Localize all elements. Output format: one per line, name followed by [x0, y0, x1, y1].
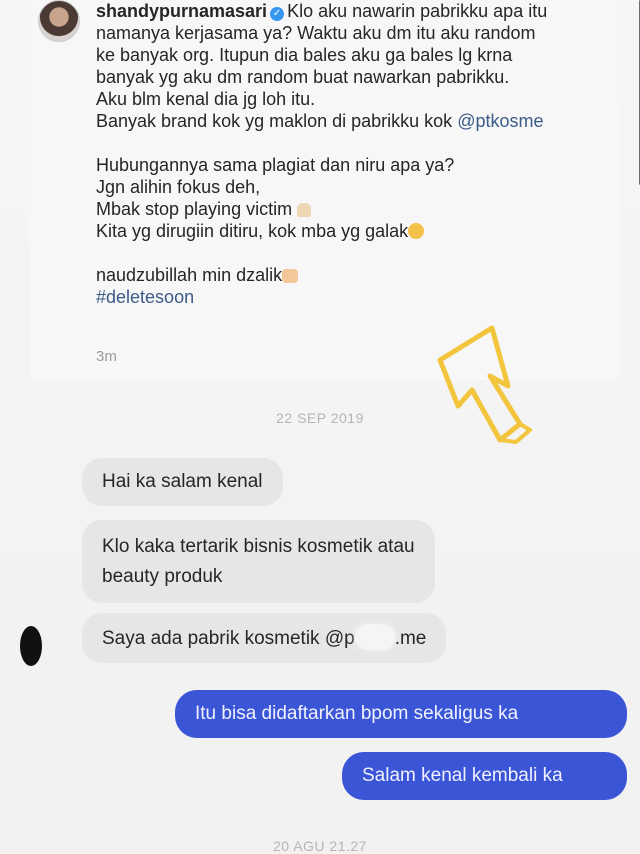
- comment-line: Banyak brand kok yg maklon di pabrikku k…: [96, 111, 458, 131]
- raised-hands-icon: [282, 269, 299, 283]
- comment-timestamp: 3m: [96, 348, 117, 365]
- sad-face-icon: [408, 223, 425, 239]
- message-line: Klo kaka tertarik bisnis kosmetik atau: [102, 536, 415, 557]
- comment-line: Klo aku nawarin pabrikku apa itu: [287, 1, 548, 21]
- comment-body: shandypurnamasari ✓ Klo aku nawarin pabrik…: [96, 0, 616, 308]
- avatar[interactable]: [20, 626, 42, 666]
- screenshot: shandypurnamasari ✓ Klo aku nawarin pabrik…: [0, 0, 640, 854]
- date-separator: 20 AGU 21.27: [273, 838, 367, 854]
- comment-line: ke banyak org. Itupun dia bales aku ga b…: [96, 45, 513, 65]
- comment-line: Mbak stop playing victim: [96, 199, 298, 219]
- incoming-message[interactable]: Klo kaka tertarik bisnis kosmetik atau b…: [82, 520, 435, 603]
- comment-line: Jgn alihin fokus deh,: [96, 177, 261, 197]
- outgoing-message[interactable]: Itu bisa didaftarkan bpom sekaligus ka: [175, 690, 627, 738]
- message-line: beauty produk: [102, 566, 223, 587]
- hashtag-link[interactable]: #deletesoon: [96, 286, 616, 308]
- verified-icon: ✓: [270, 7, 285, 21]
- mention-link[interactable]: @ptkosme: [457, 111, 543, 131]
- incoming-message[interactable]: Saya ada pabrik kosmetik @p .me: [82, 613, 447, 663]
- comment-line: Hubungannya sama plagiat dan niru apa ya…: [96, 155, 455, 175]
- avatar[interactable]: [38, 0, 80, 42]
- date-separator: 22 SEP 2019: [276, 410, 364, 426]
- blurred-region: [354, 624, 395, 650]
- comment-line: Aku blm kenal dia jg loh itu.: [96, 89, 316, 109]
- message-text: Saya ada pabrik kosmetik @p: [102, 628, 355, 649]
- comment-line: Kita yg dirugiin ditiru, kok mba yg gala…: [96, 221, 409, 241]
- comment-line: banyak yg aku dm random buat nawarkan pa…: [96, 67, 510, 87]
- message-text: .me: [394, 628, 427, 649]
- arrow-up-icon: [437, 325, 532, 444]
- praying-hands-icon: [297, 203, 312, 217]
- comment-closing: naudzubillah min dzalik: [96, 265, 283, 285]
- comment-line: namanya kerjasama ya? Waktu aku dm itu a…: [96, 23, 536, 43]
- comment-username[interactable]: shandypurnamasari: [96, 1, 267, 21]
- outgoing-message[interactable]: Salam kenal kembali ka: [342, 752, 627, 800]
- incoming-message[interactable]: Hai ka salam kenal: [82, 458, 283, 506]
